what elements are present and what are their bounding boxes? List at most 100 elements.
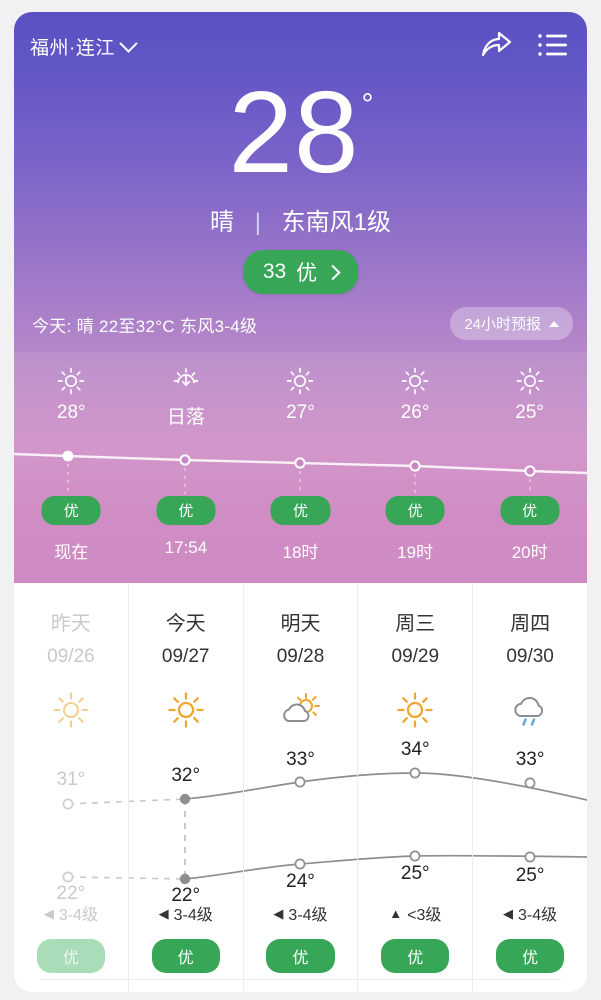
sun-icon: [14, 366, 129, 396]
daily-wind-label: 3-4级: [518, 907, 558, 924]
hourly-temp: 日落: [166, 407, 205, 428]
daily-forecast-section: 昨天 09/26 31° 22° ◀ 3-4级 优 今天 09/27 32° 2…: [14, 583, 587, 992]
daily-low: 25°: [515, 865, 545, 886]
share-icon[interactable]: [479, 30, 513, 65]
sun-cloud-icon: [244, 690, 358, 730]
daily-day-name: 周三: [395, 613, 436, 635]
daily-low: 24°: [286, 871, 315, 892]
daily-low: 25°: [400, 863, 430, 884]
daily-date: 09/29: [391, 646, 440, 667]
sun-icon: [243, 366, 358, 396]
sun-icon: [358, 366, 473, 396]
current-wind: 东南风1级: [281, 209, 391, 236]
daily-aqi-badge: 优: [381, 939, 450, 973]
wind-direction-icon: ◀: [158, 905, 169, 921]
daily-high: 32°: [171, 765, 201, 786]
daily-aqi-badge: 优: [266, 939, 335, 973]
hourly-temp: 25°: [515, 402, 545, 423]
list-menu-icon[interactable]: [537, 32, 569, 63]
hourly-aqi-badge: 优: [41, 496, 101, 525]
daily-day-name: 周四: [510, 613, 551, 635]
aqi-value: 33: [262, 260, 287, 283]
hourly-item[interactable]: 28° 优 现在: [14, 352, 129, 583]
wind-direction-icon: ◀: [43, 905, 54, 921]
hourly-aqi-badge: 优: [156, 496, 216, 525]
sun-icon: [129, 690, 243, 730]
hourly-aqi-badge: 优: [270, 496, 330, 525]
daily-item[interactable]: 周四 09/30 33° 25° ◀ 3-4级 优: [473, 583, 587, 992]
hourly-columns: 28° 优 现在 日落 优 17:54 27° 优 18时 26° 优 19时 …: [14, 352, 587, 583]
aqi-badge[interactable]: 33 优: [242, 250, 359, 294]
daily-wind-label: 3-4级: [173, 907, 213, 924]
hourly-item[interactable]: 26° 优 19时: [358, 352, 473, 583]
degree-symbol: °: [361, 88, 375, 121]
daily-wind: ◀ 3-4级: [244, 901, 358, 925]
daily-item[interactable]: 明天 09/28 33° 24° ◀ 3-4级 优: [244, 583, 359, 992]
daily-item[interactable]: 昨天 09/26 31° 22° ◀ 3-4级 优: [14, 583, 129, 992]
hourly-item[interactable]: 日落 优 17:54: [129, 352, 244, 583]
hourly-aqi-badge: 优: [385, 496, 445, 525]
daily-wind-label: 3-4级: [58, 907, 98, 924]
daily-high: 31°: [56, 769, 86, 790]
daily-aqi-badge: 优: [496, 939, 565, 973]
wind-direction-icon: ◀: [503, 905, 514, 921]
daily-date: 09/28: [276, 646, 325, 667]
hourly-time: 17:54: [164, 538, 208, 557]
daily-wind: ◀ 3-4级: [473, 901, 587, 925]
location-selector[interactable]: 福州·连江: [30, 33, 138, 60]
daily-high: 33°: [515, 749, 545, 770]
hourly-item[interactable]: 25° 优 20时: [472, 352, 587, 583]
24h-forecast-label: 24小时预报: [464, 316, 541, 333]
hourly-time: 现在: [54, 543, 89, 562]
hero-gradient: 福州·连江 28° 晴 | 东南风1级 33 优 今天: 晴 22至32°C 东…: [14, 12, 587, 583]
chevron-down-icon: [119, 34, 138, 53]
sun-icon: [14, 690, 128, 730]
current-condition: 晴: [210, 209, 235, 236]
chevron-right-icon: [324, 264, 341, 280]
current-condition-line: 晴 | 东南风1级: [14, 202, 587, 237]
daily-aqi-badge: 优: [36, 939, 105, 973]
daily-date: 09/26: [47, 646, 95, 667]
weather-card: 福州·连江 28° 晴 | 东南风1级 33 优 今天: 晴 22至32°C 东…: [14, 12, 587, 992]
daily-aqi-badge: 优: [151, 939, 220, 973]
daily-date: 09/30: [506, 646, 554, 667]
24h-forecast-toggle[interactable]: 24小时预报: [450, 307, 573, 340]
daily-date: 09/27: [161, 646, 210, 667]
wind-direction-icon: ▲: [389, 905, 403, 921]
daily-high: 33°: [286, 749, 315, 770]
hourly-forecast-band: 28° 优 现在 日落 优 17:54 27° 优 18时 26° 优 19时 …: [14, 352, 587, 583]
daily-item[interactable]: 周三 09/29 34° 25° ▲ <3级 优: [358, 583, 474, 992]
hourly-temp: 26°: [400, 402, 430, 423]
daily-wind-label: <3级: [407, 907, 442, 924]
daily-wind: ◀ 3-4级: [14, 901, 128, 925]
hourly-temp: 27°: [286, 402, 315, 423]
daily-high: 34°: [400, 739, 430, 760]
hourly-time: 20时: [511, 543, 548, 562]
wind-direction-icon: ◀: [273, 905, 284, 921]
top-bar: 福州·连江: [14, 30, 587, 64]
bottom-divider: [40, 979, 561, 980]
caret-up-icon: [549, 320, 559, 327]
location-label: 福州·连江: [30, 38, 115, 59]
daily-day-name: 明天: [280, 613, 321, 635]
daily-day-name: 今天: [165, 613, 206, 635]
hourly-aqi-badge: 优: [500, 496, 560, 525]
hourly-item[interactable]: 27° 优 18时: [243, 352, 358, 583]
current-temperature: 28°: [14, 74, 587, 190]
condition-separator: |: [254, 209, 261, 236]
current-temperature-value: 28: [228, 67, 360, 197]
daily-day-name: 昨天: [50, 613, 91, 635]
aqi-level: 优: [296, 262, 318, 285]
daily-columns: 昨天 09/26 31° 22° ◀ 3-4级 优 今天 09/27 32° 2…: [14, 583, 587, 992]
sun-icon: [472, 366, 587, 396]
daily-wind: ▲ <3级: [358, 901, 472, 925]
today-summary-text: 今天: 晴 22至32°C 东风3-4级: [32, 317, 258, 336]
daily-item[interactable]: 今天 09/27 32° 22° ◀ 3-4级 优: [129, 583, 244, 992]
daily-wind: ◀ 3-4级: [129, 901, 243, 925]
hourly-time: 19时: [397, 543, 434, 562]
hourly-temp: 28°: [56, 402, 86, 423]
hourly-time: 18时: [282, 543, 319, 562]
rain-cloud-icon: [473, 690, 587, 730]
daily-wind-label: 3-4级: [288, 907, 328, 924]
sunset-icon: [129, 366, 244, 396]
